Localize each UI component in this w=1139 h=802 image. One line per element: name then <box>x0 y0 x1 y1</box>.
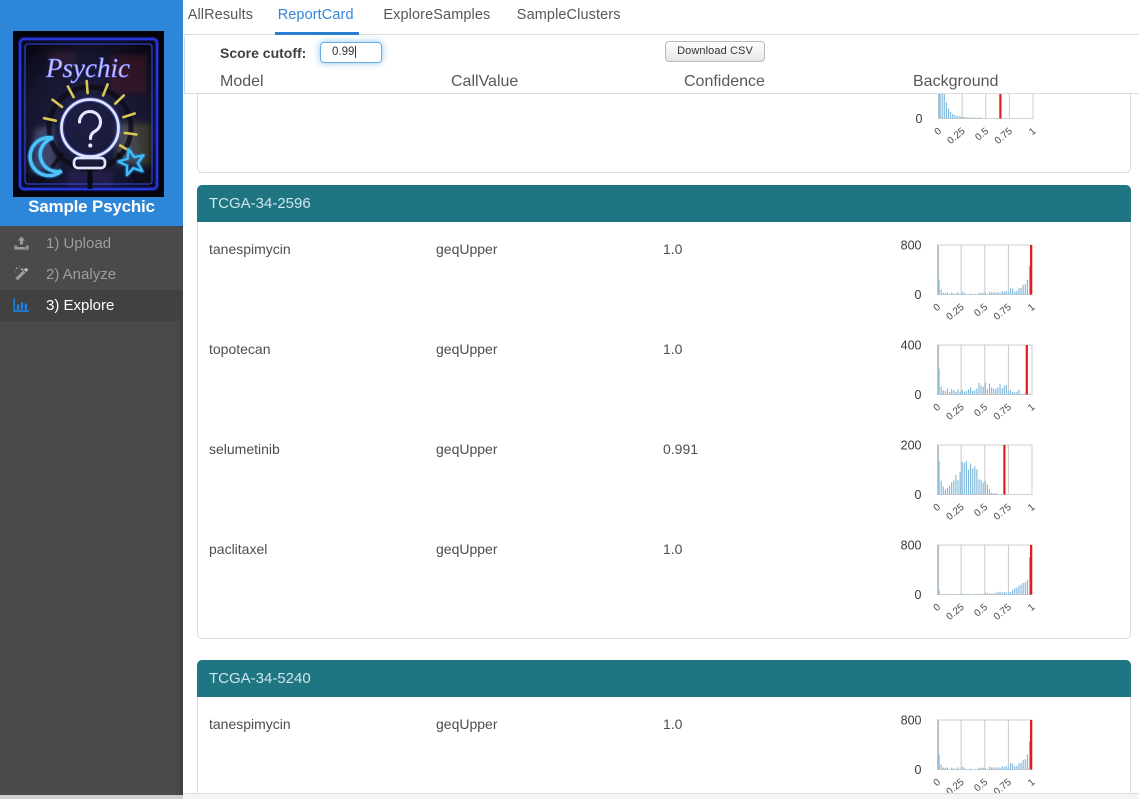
svg-text:400: 400 <box>901 338 922 352</box>
svg-text:0.25: 0.25 <box>945 301 967 322</box>
svg-text:0.25: 0.25 <box>945 401 967 422</box>
svg-text:0.25: 0.25 <box>945 601 967 622</box>
svg-text:0.25: 0.25 <box>945 501 967 522</box>
svg-text:0: 0 <box>933 126 945 138</box>
svg-text:0.5: 0.5 <box>972 401 990 419</box>
svg-text:800: 800 <box>901 238 922 252</box>
svg-text:0: 0 <box>915 763 922 777</box>
svg-text:Psychic: Psychic <box>45 53 130 83</box>
svg-text:0: 0 <box>915 488 922 502</box>
svg-text:0.5: 0.5 <box>972 301 990 319</box>
svg-text:0.75: 0.75 <box>993 126 1015 147</box>
svg-text:200: 200 <box>901 438 922 452</box>
svg-text:800: 800 <box>901 714 922 728</box>
svg-text:0: 0 <box>932 777 944 789</box>
svg-text:1: 1 <box>1026 601 1038 613</box>
svg-text:0.5: 0.5 <box>973 126 991 144</box>
svg-text:0.75: 0.75 <box>992 401 1014 422</box>
svg-text:0.75: 0.75 <box>992 301 1014 322</box>
svg-text:800: 800 <box>901 538 922 552</box>
svg-text:0.75: 0.75 <box>992 501 1014 522</box>
svg-text:0.75: 0.75 <box>992 601 1014 622</box>
svg-text:0.5: 0.5 <box>972 601 990 619</box>
svg-text:1: 1 <box>1026 501 1038 513</box>
svg-text:0: 0 <box>916 112 923 126</box>
svg-text:0: 0 <box>915 588 922 602</box>
svg-text:0: 0 <box>932 301 944 313</box>
svg-text:1: 1 <box>1026 777 1038 789</box>
svg-text:1: 1 <box>1026 301 1038 313</box>
svg-text:0: 0 <box>915 288 922 302</box>
svg-text:0.25: 0.25 <box>946 126 968 147</box>
svg-text:0.5: 0.5 <box>972 501 990 519</box>
svg-text:1: 1 <box>1027 126 1039 138</box>
svg-text:0: 0 <box>932 501 944 513</box>
svg-text:0: 0 <box>932 601 944 613</box>
svg-text:0: 0 <box>932 401 944 413</box>
svg-text:1: 1 <box>1026 401 1038 413</box>
svg-text:0: 0 <box>915 388 922 402</box>
